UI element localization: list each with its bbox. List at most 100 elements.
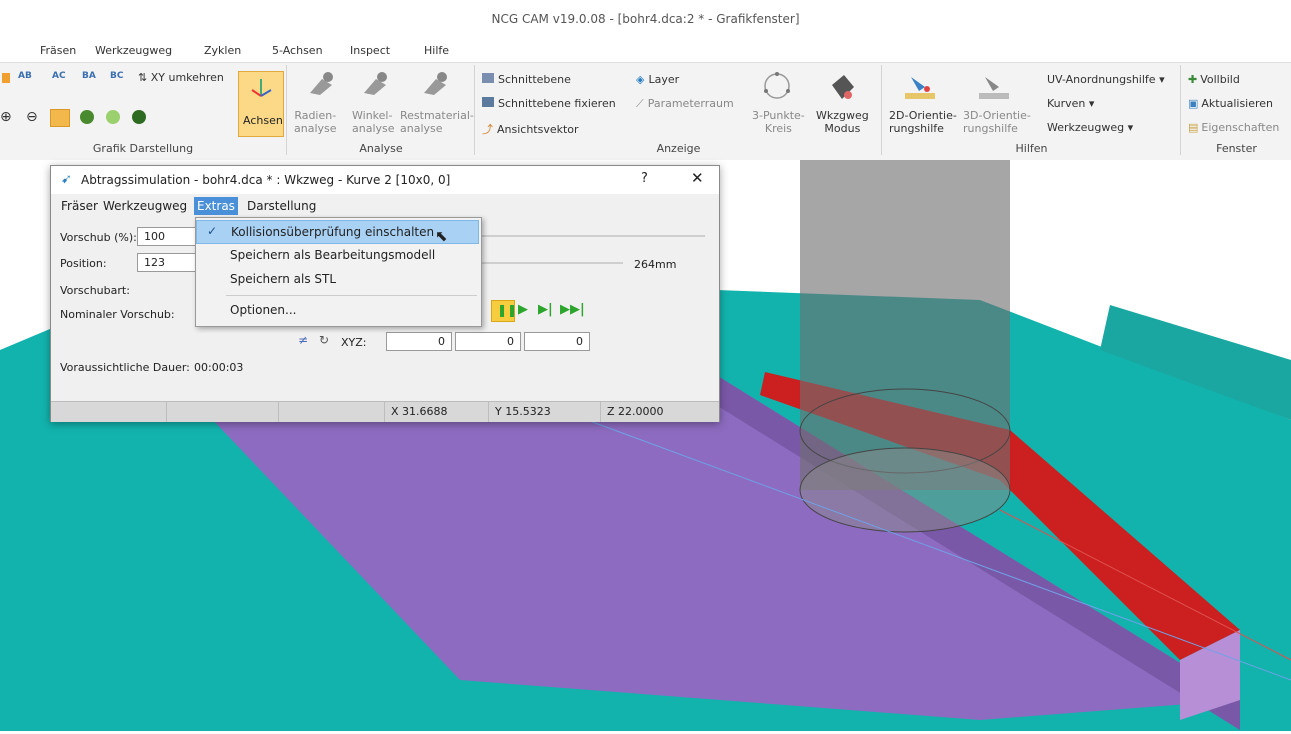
radien-analyse-button[interactable]: Radien- analyse (292, 69, 348, 139)
eigenschaften-button[interactable]: ▤ Eigenschaften (1188, 121, 1279, 134)
view-bc-button[interactable]: BC (110, 71, 123, 81)
refresh-icon: ▣ (1188, 97, 1199, 110)
dialog-menu-fraeser[interactable]: Fräser (61, 199, 98, 213)
uv-anordnungshilfe-label: UV-Anordnungshilfe (1047, 73, 1156, 86)
xyz-label: XYZ: (341, 336, 367, 349)
extras-dropdown-menu: ✓ Kollisionsüberprüfung einschalten ⬉ Sp… (195, 217, 482, 327)
vollbild-button[interactable]: ✚ Vollbild (1188, 73, 1240, 86)
shade-wire-icon[interactable]: ⊕ (0, 109, 12, 125)
window-titlebar: NCG CAM v19.0.08 - [bohr4.dca:2 * - Graf… (0, 0, 1291, 38)
ansichtsvektor-button[interactable]: ⤴ Ansichtsvektor (482, 121, 579, 137)
menu-werkzeugweg[interactable]: Werkzeugweg (95, 44, 172, 57)
group-fenster: ✚ Vollbild ▣ Aktualisieren ▤ Eigenschaften … (1182, 65, 1291, 155)
layer-icon: ◈ (636, 73, 645, 86)
dialog-menu-darstellung[interactable]: Darstellung (247, 199, 316, 213)
view-ab-button[interactable]: AB (18, 71, 32, 81)
uv-dropdown-icon: ▾ (1159, 73, 1165, 86)
orientierungshilfe-3d-button[interactable]: 3D-Orientie- rungshilfe (959, 69, 1031, 141)
menu-item-speichern-stl[interactable]: Speichern als STL (196, 268, 479, 292)
werkzeugweg-hilfe-button[interactable]: Werkzeugweg ▾ (1047, 121, 1133, 134)
kollisionspruefung-label: Kollisionsüberprüfung einschalten (231, 225, 435, 239)
orientation-2d-icon (905, 77, 935, 99)
uv-anordnungshilfe-button[interactable]: UV-Anordnungshilfe ▾ (1047, 73, 1165, 86)
pause-icon: ❚❚ (497, 303, 518, 317)
dialog-titlebar[interactable]: ➹ Abtragssimulation - bohr4.dca * : Wkzw… (51, 166, 719, 194)
schnittebene-button[interactable]: Schnittebene (482, 73, 571, 86)
position-input[interactable]: 123 (137, 253, 197, 272)
schnittebene-fixieren-button[interactable]: Schnittebene fixieren (482, 97, 616, 110)
shade-light-icon[interactable] (106, 110, 120, 124)
aktualisieren-button[interactable]: ▣ Aktualisieren (1188, 97, 1273, 110)
menu-item-kollisionspruefung[interactable]: ✓ Kollisionsüberprüfung einschalten ⬉ (196, 220, 479, 245)
optionen-label: Optionen... (230, 303, 297, 317)
menu-fraesen[interactable]: Fräsen (40, 44, 76, 57)
step-forward-button[interactable]: ▶| (538, 302, 553, 317)
shade-outline-icon[interactable]: ⊖ (26, 109, 38, 125)
fullscreen-icon: ✚ (1188, 73, 1198, 86)
group-hilfen: 2D-Orientie- rungshilfe 3D-Orientie- run… (883, 65, 1181, 155)
dialog-help-button[interactable]: ? (641, 171, 648, 186)
rotate-icon[interactable]: ↻ (319, 333, 329, 347)
align-icon[interactable]: ≠ (298, 333, 308, 347)
main-menubar: Fräsen Werkzeugweg Zyklen 5-Achsen Inspe… (0, 40, 1291, 62)
group-label-fenster: Fenster (1216, 142, 1257, 155)
play-button[interactable]: ▶ (518, 302, 528, 317)
status-x: X 31.6688 (385, 402, 489, 422)
group-label-hilfen: Hilfen (1015, 142, 1048, 155)
dauer-value: 00:00:03 (194, 361, 244, 374)
group-anzeige: Schnittebene Schnittebene fixieren ⤴ Ansi… (476, 65, 882, 155)
fast-forward-button[interactable]: ▶▶| (560, 302, 585, 317)
group-analyse: Radien- analyse Winkel- analyse Restmate… (288, 65, 475, 155)
drei-punkte-kreis-button[interactable]: 3-Punkte- Kreis (748, 69, 806, 141)
menu-item-speichern-bearbeitungsmodell[interactable]: Speichern als Bearbeitungsmodell (196, 244, 479, 268)
winkel-analyse-label: Winkel- analyse (352, 109, 395, 135)
restmaterial-analyse-button[interactable]: Restmaterial- analyse (400, 69, 474, 139)
drei-punkte-kreis-label: 3-Punkte- Kreis (752, 109, 805, 135)
menu-hilfe[interactable]: Hilfe (424, 44, 449, 57)
xyz-z-input[interactable]: 0 (524, 332, 590, 351)
section-plane-fix-icon (482, 97, 494, 107)
kurven-button[interactable]: Kurven ▾ (1047, 97, 1094, 110)
view-ba-button[interactable]: BA (82, 71, 96, 81)
shade-dark-icon[interactable] (132, 110, 146, 124)
dialog-menu-werkzeugweg[interactable]: Werkzeugweg (103, 199, 187, 213)
xyz-y-input[interactable]: 0 (455, 332, 521, 351)
kurven-label: Kurven (1047, 97, 1086, 110)
xy-swap-button[interactable]: ⇅ XY umkehren (138, 71, 224, 84)
tool-cylinder-bottom (799, 447, 1011, 533)
pause-button[interactable]: ❚❚ (491, 300, 518, 322)
orientierungshilfe-2d-label: 2D-Orientie- rungshilfe (889, 109, 957, 135)
vorschub-input[interactable]: 100 (137, 227, 197, 246)
position-slider-track[interactable] (481, 262, 623, 264)
vorschub-slider-track[interactable] (481, 235, 705, 237)
xy-swap-icon: ⇅ (138, 71, 151, 84)
parameterraum-label: Parameterraum (647, 97, 734, 110)
menu-inspect[interactable]: Inspect (350, 44, 390, 57)
view-ac-button[interactable]: AC (52, 71, 66, 81)
werkzeugweg-hilfe-label: Werkzeugweg (1047, 121, 1125, 134)
group-label-grafik: Grafik Darstellung (92, 142, 194, 155)
ansichtsvektor-label: Ansichtsvektor (497, 123, 579, 136)
orientierungshilfe-2d-button[interactable]: 2D-Orientie- rungshilfe (885, 69, 957, 141)
view-partial-icon[interactable] (2, 71, 12, 85)
schnittebene-label: Schnittebene (498, 73, 571, 86)
shade-green-icon[interactable] (80, 110, 94, 124)
simulation-app-icon: ➹ (61, 172, 72, 187)
vorschub-label: Vorschub (%): (60, 231, 137, 244)
menu-zyklen[interactable]: Zyklen (204, 44, 241, 57)
winkel-analyse-button[interactable]: Winkel- analyse (350, 69, 400, 139)
wkzweg-modus-button[interactable]: Wkzgweg Modus (810, 69, 872, 141)
vorschubart-label: Vorschubart: (60, 284, 130, 297)
xyz-x-input[interactable]: 0 (386, 332, 452, 351)
parameterraum-button[interactable]: ⟋ Parameterraum (636, 97, 734, 111)
axes-button[interactable]: Achsen (238, 71, 284, 137)
dialog-close-button[interactable]: ✕ (691, 169, 704, 187)
dialog-menubar: Fräser Werkzeugweg Extras Darstellung (51, 196, 719, 216)
dialog-menu-extras[interactable]: Extras (194, 197, 238, 215)
menu-item-optionen[interactable]: Optionen... (196, 299, 479, 323)
shade-solid-icon[interactable] (50, 109, 70, 127)
status-y: Y 15.5323 (489, 402, 601, 422)
layer-button[interactable]: ◈ Layer (636, 73, 679, 86)
parameter-space-icon: ⟋ (636, 97, 644, 110)
menu-5-achsen[interactable]: 5-Achsen (272, 44, 323, 57)
